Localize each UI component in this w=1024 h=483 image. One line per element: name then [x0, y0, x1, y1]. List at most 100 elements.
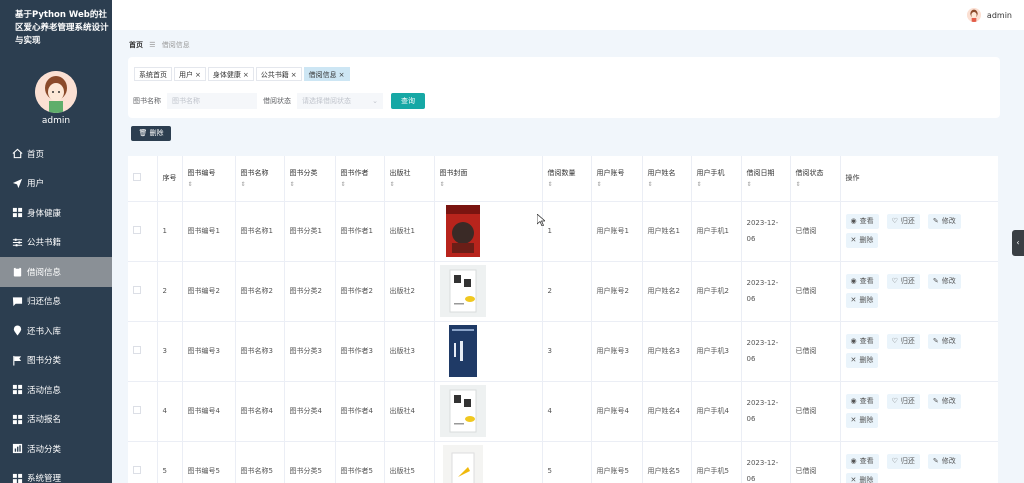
tab-label: 借阅信息: [308, 71, 337, 79]
edit-button[interactable]: ✎ 修改: [927, 454, 961, 469]
tab-4[interactable]: 借阅信息 ×: [303, 67, 350, 81]
row-checkbox[interactable]: [133, 226, 141, 234]
sort-icon[interactable]: ⇕: [597, 181, 637, 188]
edit-button[interactable]: ✎ 修改: [927, 274, 961, 289]
status-select[interactable]: 请选择借阅状态 ⌄: [297, 93, 383, 109]
sidebar-item-9[interactable]: 活动报名: [0, 405, 112, 435]
delete-button[interactable]: ✕ 删除: [845, 293, 879, 308]
book-cover-image[interactable]: [439, 385, 537, 437]
row-checkbox[interactable]: [133, 346, 141, 354]
cell-cover: [434, 321, 543, 382]
sort-icon[interactable]: ⇕: [341, 181, 379, 188]
sort-icon[interactable]: ⇕: [796, 181, 835, 188]
column-header[interactable]: 用户账号 ⇕: [591, 156, 643, 202]
sort-icon[interactable]: ⇕: [697, 181, 736, 188]
query-button[interactable]: 查询: [391, 93, 425, 109]
column-header[interactable]: 图书名称 ⇕: [235, 156, 285, 202]
sidebar-item-label: 身体健康: [27, 208, 62, 219]
column-header[interactable]: 图书作者 ⇕: [335, 156, 385, 202]
cell-account: 用户账号3: [591, 321, 643, 382]
delete-button[interactable]: ✕ 删除: [845, 473, 879, 483]
view-button[interactable]: ◉ 查看: [845, 214, 879, 229]
sidebar-item-5[interactable]: 归还信息: [0, 287, 112, 317]
column-header[interactable]: 图书编号 ⇕: [182, 156, 236, 202]
sort-icon[interactable]: ⇕: [188, 181, 230, 188]
edit-icon: ✎: [932, 217, 939, 225]
close-icon[interactable]: ×: [243, 71, 249, 79]
sidebar-item-3[interactable]: 公共书籍: [0, 228, 112, 258]
delete-button[interactable]: ✕ 删除: [845, 233, 879, 248]
column-header[interactable]: 借阅数量 ⇕: [542, 156, 592, 202]
return-button[interactable]: ♡ 归还: [886, 214, 920, 229]
sort-icon[interactable]: ⇕: [290, 181, 330, 188]
cell-category: 图书分类3: [284, 321, 336, 382]
column-header[interactable]: 借阅状态 ⇕: [790, 156, 841, 202]
breadcrumb-separator: ☰: [149, 41, 156, 49]
return-button[interactable]: ♡ 归还: [886, 454, 920, 469]
batch-delete-button[interactable]: 🗑 删除: [131, 126, 171, 141]
delete-button[interactable]: ✕ 删除: [845, 413, 879, 428]
return-button[interactable]: ♡ 归还: [886, 394, 920, 409]
column-header[interactable]: 用户姓名 ⇕: [642, 156, 692, 202]
chevron-left-icon[interactable]: ‹: [1012, 230, 1024, 256]
eye-icon: ◉: [850, 397, 857, 405]
row-checkbox[interactable]: [133, 466, 141, 474]
column-header[interactable]: 用户手机 ⇕: [691, 156, 742, 202]
column-label: 图书分类: [289, 169, 318, 178]
return-button[interactable]: ♡ 归还: [886, 274, 920, 289]
edit-button[interactable]: ✎ 修改: [927, 394, 961, 409]
sort-icon[interactable]: ⇕: [440, 181, 537, 188]
close-icon[interactable]: ×: [339, 71, 345, 79]
sort-icon[interactable]: ⇕: [241, 181, 279, 188]
close-icon[interactable]: ×: [195, 71, 201, 79]
sort-icon[interactable]: ⇕: [747, 181, 785, 188]
sidebar-item-11[interactable]: 系统管理: [0, 464, 112, 483]
sidebar-item-10[interactable]: 活动分类: [0, 434, 112, 464]
column-header[interactable]: 借阅日期 ⇕: [741, 156, 791, 202]
column-header[interactable]: 图书封面 ⇕: [434, 156, 543, 202]
close-icon: ✕: [850, 296, 857, 304]
tab-0[interactable]: 系统首页: [134, 67, 172, 81]
edit-button[interactable]: ✎ 修改: [927, 334, 961, 349]
tab-3[interactable]: 公共书籍 ×: [255, 67, 302, 81]
sidebar-item-2[interactable]: 身体健康: [0, 198, 112, 228]
sidebar-item-1[interactable]: 用户: [0, 169, 112, 199]
sort-icon[interactable]: ⇕: [390, 181, 429, 188]
sidebar-item-0[interactable]: 首页: [0, 139, 112, 169]
column-header[interactable]: 图书分类 ⇕: [284, 156, 336, 202]
book-cover-image[interactable]: [440, 325, 537, 377]
delete-button[interactable]: ✕ 删除: [845, 353, 879, 368]
sidebar-item-8[interactable]: 活动信息: [0, 375, 112, 405]
book-name-input[interactable]: 图书名称: [167, 93, 257, 109]
row-checkbox[interactable]: [133, 286, 141, 294]
breadcrumb-home[interactable]: 首页: [129, 41, 143, 49]
cell-index: 4: [157, 381, 183, 442]
sidebar-item-4[interactable]: 借阅信息: [0, 257, 112, 287]
view-button[interactable]: ◉ 查看: [845, 274, 879, 289]
sidebar-item-7[interactable]: 图书分类: [0, 346, 112, 376]
column-header[interactable]: 出版社 ⇕: [384, 156, 435, 202]
return-label: 归还: [900, 277, 915, 285]
cell-phone: 用户手机5: [691, 441, 742, 483]
sort-icon[interactable]: ⇕: [548, 181, 586, 188]
tab-1[interactable]: 用户 ×: [174, 67, 206, 81]
cell-status: 已借阅: [790, 381, 841, 442]
view-button[interactable]: ◉ 查看: [845, 334, 879, 349]
cell-author: 图书作者1: [335, 201, 385, 262]
return-button[interactable]: ♡ 归还: [886, 334, 920, 349]
select-all-checkbox[interactable]: [133, 173, 141, 182]
book-cover-image[interactable]: [440, 205, 537, 257]
close-icon[interactable]: ×: [291, 71, 297, 79]
edit-button[interactable]: ✎ 修改: [927, 214, 961, 229]
sidebar-item-6[interactable]: 还书入库: [0, 316, 112, 346]
sort-icon[interactable]: ⇕: [648, 181, 686, 188]
tab-2[interactable]: 身体健康 ×: [207, 67, 254, 81]
view-button[interactable]: ◉ 查看: [845, 394, 879, 409]
user-menu[interactable]: admin: [966, 8, 1012, 22]
view-button[interactable]: ◉ 查看: [845, 454, 879, 469]
book-cover-image[interactable]: [440, 445, 537, 483]
avatar[interactable]: [35, 71, 77, 113]
row-checkbox[interactable]: [133, 406, 141, 414]
book-cover-image[interactable]: [439, 265, 537, 317]
grid-icon: [12, 414, 23, 425]
